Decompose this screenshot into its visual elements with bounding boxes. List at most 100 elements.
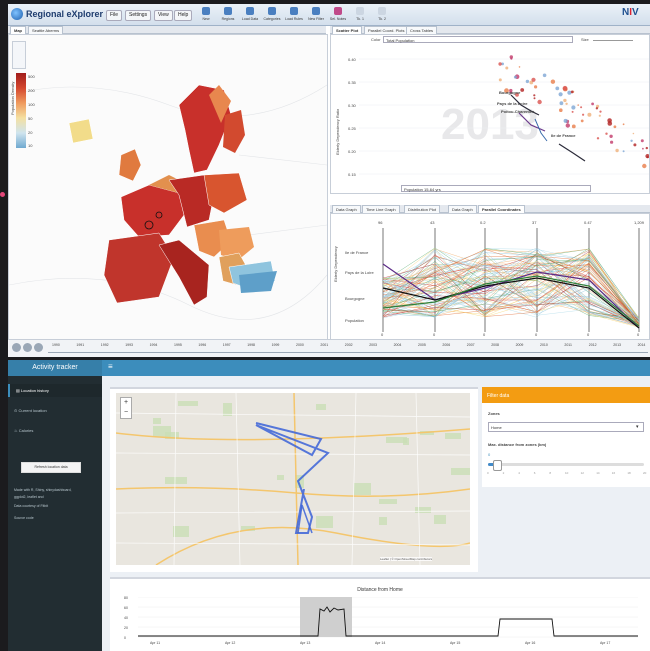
scatter-point[interactable] [567,90,572,95]
scatter-point[interactable] [558,92,563,97]
timeline-year[interactable]: 2014 [638,343,646,347]
scatter-point[interactable] [632,132,635,135]
toolbar-regions-button[interactable]: Regions [218,6,238,24]
scatter-point[interactable] [609,134,613,138]
timeline-year[interactable]: 2011 [564,343,572,347]
scatter-point[interactable] [571,124,576,129]
scatter-point[interactable] [640,139,644,143]
distance-chart[interactable] [138,597,638,639]
scatter-point[interactable] [646,156,649,159]
scatter-plot-area[interactable] [359,49,649,179]
scatter-point[interactable] [498,78,502,82]
menu-file[interactable]: File [106,10,123,21]
timeline-year[interactable]: 2007 [467,343,475,347]
timeline-year[interactable]: 2002 [345,343,353,347]
scatter-point[interactable] [537,99,542,105]
toolbar-new-button[interactable]: New [196,6,216,24]
timeline-year[interactable]: 2009 [516,343,524,347]
scatter-point[interactable] [610,140,614,144]
timeline-year[interactable]: 1992 [101,343,109,347]
toolbar-new-filter-button[interactable]: New Filter [306,6,326,24]
timeline-year[interactable]: 2004 [394,343,402,347]
timeline-year[interactable]: 1999 [272,343,280,347]
scatter-point[interactable] [565,102,568,105]
scatter-point[interactable] [533,97,536,100]
scatter-point[interactable] [505,66,509,70]
scatter-point[interactable] [613,125,617,129]
scatter-point[interactable] [518,66,521,68]
menu-help[interactable]: Help [174,10,193,21]
color-select[interactable]: Total Population [383,36,573,43]
distance-slider-track[interactable] [488,463,644,466]
toolbar-load-rules-button[interactable]: Load Rules [284,6,304,24]
step-back-icon[interactable] [23,343,32,352]
menu-view[interactable]: View [154,10,173,21]
scatter-point[interactable] [534,85,538,89]
step-forward-icon[interactable] [34,343,43,352]
scatter-point[interactable] [542,73,547,78]
scatter-point[interactable] [550,79,556,84]
scatter-point[interactable] [580,119,584,123]
timeline-bar[interactable]: 1990 1991 1992 1993 1994 1995 1996 1997 1998 1999… [8,339,650,357]
scatter-point[interactable] [633,143,637,147]
scatter-point[interactable] [599,110,602,113]
scatter-point[interactable] [615,148,619,153]
scatter-point[interactable] [596,137,600,140]
timeline-year[interactable]: 2005 [418,343,426,347]
scatter-point[interactable] [555,86,560,91]
scatter-point[interactable] [510,57,513,60]
scatter-point[interactable] [525,79,530,84]
scatter-point[interactable] [598,114,601,117]
scatter-point[interactable] [642,147,644,150]
sidebar-item-current-location[interactable]: ⊙ Current location [8,404,102,417]
timeline-year[interactable]: 1997 [223,343,231,347]
scatter-point[interactable] [642,163,647,169]
timeline-year[interactable]: 2010 [540,343,548,347]
scatter-point[interactable] [563,118,568,123]
sidebar-item-location-history[interactable]: ▤ Location history [8,384,102,397]
sidebar-toggle[interactable]: ≡ [108,362,113,371]
scatter-point[interactable] [591,102,594,106]
timeline-year[interactable]: 2000 [296,343,304,347]
parallel-coords-panel[interactable]: Elderly Dependency 96 0 43 0 0.2 0 37 0 0.47 0 1,2… [330,213,650,341]
source-code-link[interactable]: Source code [14,516,34,520]
timeline-year[interactable]: 2001 [320,343,328,347]
scatter-point[interactable] [498,62,502,66]
timeline-year[interactable]: 2003 [369,343,377,347]
map-panel[interactable]: Population Density 500 200 100 50 20 10 [8,34,328,340]
scatter-point[interactable] [571,105,576,110]
scatter-point[interactable] [559,101,564,106]
scatter-point[interactable] [622,150,625,153]
timeline-year[interactable]: 1991 [76,343,84,347]
leaflet-map[interactable] [116,393,470,565]
toolbar-categories-button[interactable]: Categories [262,6,282,24]
toolbar-load-data-button[interactable]: Load Data [240,6,260,24]
toolbar-sel-notes-button[interactable]: Sel. Notes [328,6,348,24]
timeline-year[interactable]: 2006 [442,343,450,347]
timeline-year[interactable]: 1994 [150,343,158,347]
scatter-point[interactable] [563,98,567,103]
scatter-point[interactable] [580,106,583,109]
menu-settings[interactable]: Settings [125,10,152,21]
scatter-point[interactable] [571,110,574,113]
timeline-track[interactable] [48,352,648,353]
toolbar-tk1-button[interactable]: Tk. 1 [350,6,370,24]
scatter-point[interactable] [513,75,517,79]
scatter-point[interactable] [559,108,563,112]
scatter-point[interactable] [595,107,599,110]
tab-data-graph-2[interactable]: Data Graph [448,205,477,213]
scatter-point[interactable] [587,112,592,117]
tab-scatter-plot[interactable]: Scatter Plot [332,26,363,34]
timeline-year[interactable]: 1993 [125,343,133,347]
scatter-point[interactable] [533,94,536,97]
scatter-point[interactable] [622,123,625,126]
zones-select[interactable]: Home [488,422,644,432]
timeline-year[interactable]: 1998 [247,343,255,347]
scatter-point[interactable] [645,146,648,150]
tab-cross-tables[interactable]: Cross Tables [406,26,438,34]
europe-map[interactable] [9,35,327,339]
scatter-point[interactable] [570,90,574,94]
tab-seattle[interactable]: Seattle Aberms [28,26,64,34]
sidebar-item-calories[interactable]: ♨ Calories [8,424,102,437]
scatter-point[interactable] [630,139,633,142]
